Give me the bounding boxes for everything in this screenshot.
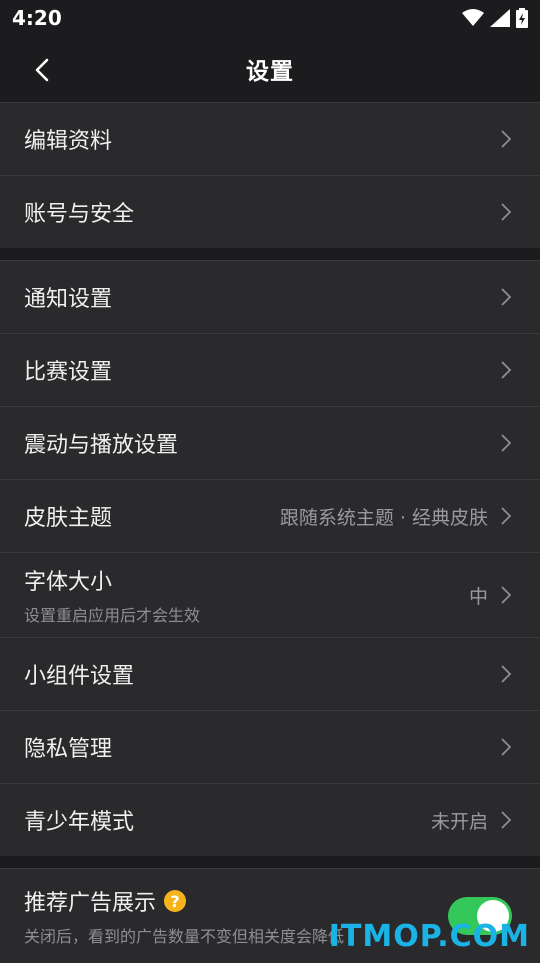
row-label: 编辑资料 bbox=[24, 129, 113, 154]
chevron-right-icon bbox=[500, 433, 512, 453]
row-widget-settings[interactable]: 小组件设置 bbox=[0, 637, 540, 710]
row-label: 账号与安全 bbox=[24, 202, 135, 227]
chevron-right-icon bbox=[500, 585, 512, 605]
wifi-icon bbox=[462, 9, 484, 26]
row-value: 未开启 bbox=[430, 810, 488, 833]
row-label: 青少年模式 bbox=[24, 810, 135, 835]
row-value: 中 bbox=[468, 585, 488, 608]
row-edit-profile[interactable]: 编辑资料 bbox=[0, 102, 540, 175]
help-icon[interactable]: ? bbox=[164, 890, 187, 912]
row-skin-theme[interactable]: 皮肤主题 跟随系统主题 · 经典皮肤 bbox=[0, 479, 540, 552]
back-button[interactable] bbox=[22, 50, 62, 90]
row-privacy[interactable]: 隐私管理 bbox=[0, 710, 540, 783]
row-label: 比赛设置 bbox=[24, 360, 113, 385]
chevron-right-icon bbox=[500, 664, 512, 684]
status-icons bbox=[462, 8, 528, 28]
battery-icon bbox=[516, 8, 528, 28]
chevron-right-icon bbox=[500, 202, 512, 222]
row-label: 推荐广告展示 bbox=[24, 891, 157, 916]
section-divider bbox=[0, 856, 540, 868]
row-label: 小组件设置 bbox=[24, 664, 135, 689]
chevron-right-icon bbox=[500, 287, 512, 307]
section-divider bbox=[0, 248, 540, 260]
chevron-right-icon bbox=[500, 810, 512, 830]
status-bar: 4:20 bbox=[0, 0, 540, 36]
row-subtitle: 设置重启应用后才会生效 bbox=[24, 606, 201, 625]
row-value: 跟随系统主题 · 经典皮肤 bbox=[279, 506, 488, 529]
row-label: 字体大小 bbox=[24, 570, 113, 595]
header: 设置 bbox=[0, 36, 540, 102]
row-teen-mode[interactable]: 青少年模式 未开启 bbox=[0, 783, 540, 856]
status-time: 4:20 bbox=[12, 6, 62, 30]
row-label: 隐私管理 bbox=[24, 737, 113, 762]
back-arrow-icon bbox=[35, 58, 49, 82]
row-label: 震动与播放设置 bbox=[24, 433, 179, 458]
settings-group-general: 通知设置 比赛设置 震动与播放设置 皮肤主题 跟随系统主题 · 经典皮肤 字体大… bbox=[0, 260, 540, 856]
row-account-security[interactable]: 账号与安全 bbox=[0, 175, 540, 248]
row-notification-settings[interactable]: 通知设置 bbox=[0, 260, 540, 333]
row-font-size[interactable]: 字体大小 设置重启应用后才会生效 中 bbox=[0, 552, 540, 637]
chevron-right-icon bbox=[500, 129, 512, 149]
row-match-settings[interactable]: 比赛设置 bbox=[0, 333, 540, 406]
page-title: 设置 bbox=[246, 59, 294, 85]
chevron-right-icon bbox=[500, 737, 512, 757]
chevron-right-icon bbox=[500, 506, 512, 526]
row-vibration-playback[interactable]: 震动与播放设置 bbox=[0, 406, 540, 479]
settings-group-account: 编辑资料 账号与安全 bbox=[0, 102, 540, 248]
row-label: 通知设置 bbox=[24, 287, 113, 312]
row-label: 皮肤主题 bbox=[24, 506, 113, 531]
chevron-right-icon bbox=[500, 360, 512, 380]
signal-icon bbox=[490, 9, 510, 27]
watermark: ITMOP.COM bbox=[328, 919, 530, 954]
